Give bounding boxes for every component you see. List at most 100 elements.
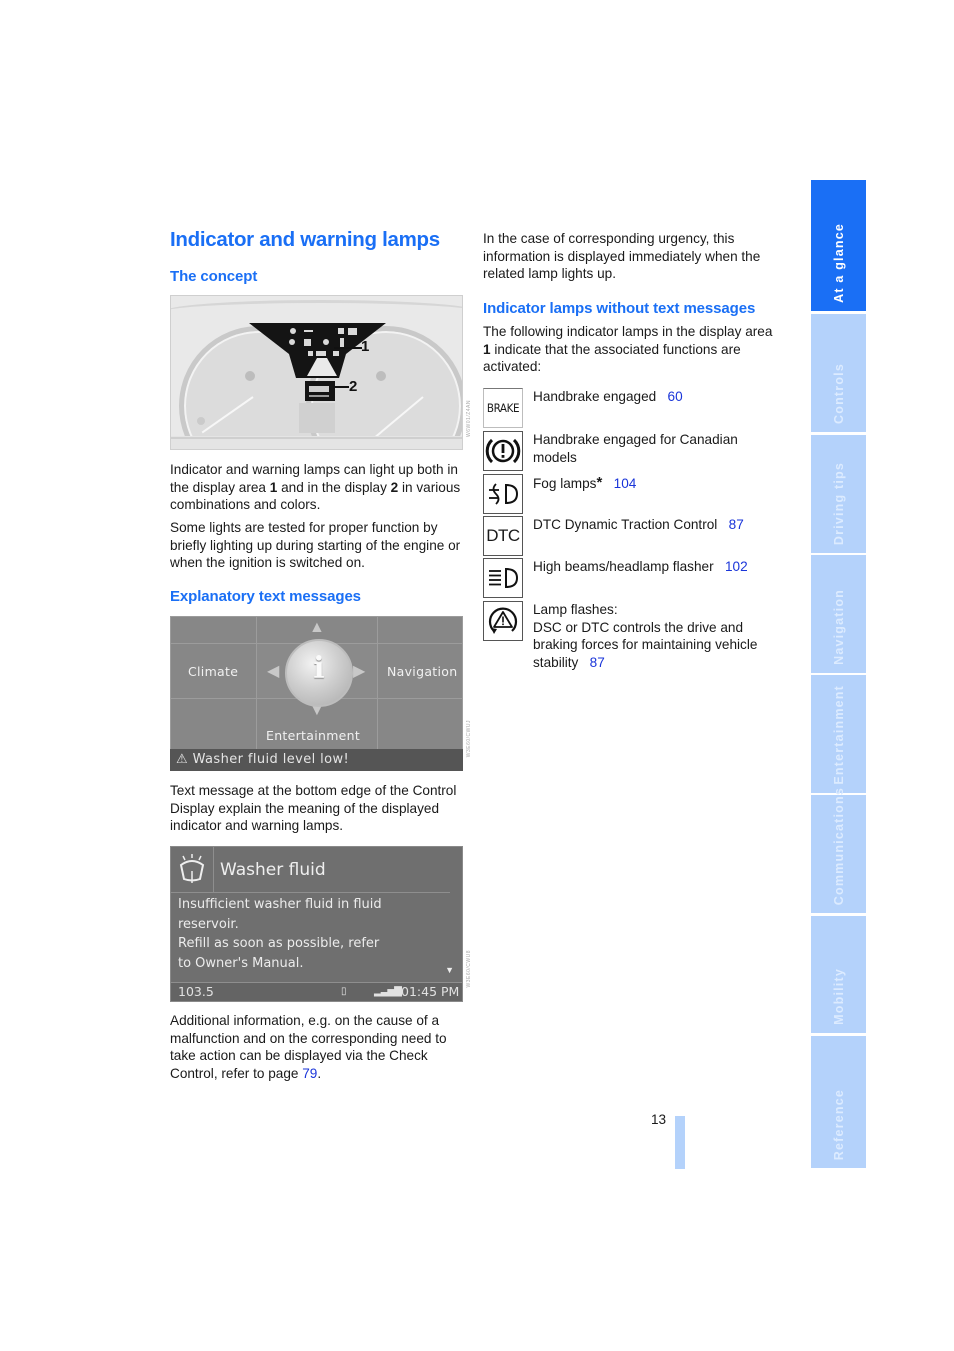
indicator-label-intro: Lamp flashes: [533,602,618,617]
paragraph-urgency: In the case of corresponding urgency, th… [483,231,761,282]
text: . [317,1065,322,1081]
indicator-row-high-beams: High beams/headlamp flasher 102 [483,558,783,598]
text: The following indicator lamps in the dis… [483,324,773,339]
callout-1: 1 [361,338,370,355]
handbrake-canada-icon [483,431,523,471]
warning-triangle-icon: ⚠ [176,752,189,767]
indicator-row-handbrake: BRAKE Handbrake engaged 60 [483,388,783,428]
clock-time: 01:45 PM [401,984,460,999]
image-code: W3E60/CWU8 [466,950,472,988]
page-link[interactable]: 60 [668,389,683,404]
dtc-text-icon: DTC [483,516,523,556]
info-icon: i [285,639,353,707]
indicator-label: DTC Dynamic Traction Control [533,517,718,532]
side-tab-reference[interactable]: Reference [811,1036,866,1168]
side-tab-controls[interactable]: Controls [811,314,866,432]
indicator-label: High beams/headlamp flasher [533,559,714,574]
high-beam-icon [483,558,523,598]
paragraph-text-message: Text message at the bottom edge of the C… [170,783,457,834]
side-tab-communications[interactable]: Communications [811,787,866,913]
bold-ref: 1 [483,341,491,357]
paragraph-display-areas: Indicator and warning lamps can light up… [170,461,465,572]
divider [171,892,450,893]
optional-equipment-asterisk: * [596,474,603,491]
arrow-right-icon: ▶ [353,663,366,680]
paragraph-lamp-test: Some lights are tested for proper functi… [170,520,461,571]
callout-line-1 [334,347,362,349]
washer-fluid-screen-image: Washer fluid Insufficient washer fluid i… [170,846,463,1002]
warning-message-text: Washer fluid level low! [192,752,350,767]
washer-icon-cell [171,847,214,892]
washer-title: Washer fluid [220,860,326,880]
radio-frequency: 103.5 [178,984,214,999]
side-tab-navigation[interactable]: Navigation [811,555,866,673]
display-area-1 [171,323,462,449]
arrow-left-icon: ◀ [267,663,280,680]
icon-text: BRAKE [486,401,520,415]
scroll-down-icon: ▼ [445,965,454,975]
image-code: W3E60/CWUJ [466,720,472,758]
page-link-79[interactable]: 79 [302,1066,317,1081]
instrument-cluster-image: 1 2 [170,295,463,450]
callout-2: 2 [349,378,358,395]
menu-cell [170,616,257,644]
paragraph-indicator-intro: The following indicator lamps in the dis… [483,323,783,376]
explanatory-heading: Explanatory text messages [170,588,361,605]
message-line: to Owner's Manual. [178,955,304,971]
warning-message-bar: ⚠ Washer fluid level low! [170,749,463,771]
indicator-row-dsc: Lamp flashes: DSC or DTC controls the dr… [483,601,783,681]
text: and in the display [277,479,391,495]
windshield-washer-icon [179,854,205,883]
page-link[interactable]: 104 [614,476,637,491]
indicator-label: Fog lamps [533,476,597,491]
side-tab-driving-tips[interactable]: Driving tips [811,435,866,553]
page-marker-bar [675,1116,685,1169]
menu-item-climate: Climate [188,664,239,679]
icon-text: DTC [486,526,520,545]
tab-label: At a glance [831,223,846,303]
tab-label: Navigation [831,589,846,665]
arrow-up-icon: ▲ [309,619,325,636]
phone-icon: ▯ [341,986,347,997]
message-line: Refill as soon as possible, refer [178,936,380,951]
indicator-label: Handbrake engaged [533,389,657,404]
concept-heading: The concept [170,268,258,285]
fog-lamp-icon [483,474,523,514]
paragraph-check-control: Additional information, e.g. on the caus… [170,1012,465,1082]
page-link[interactable]: 87 [729,517,744,532]
side-tab-entertainment[interactable]: Entertainment [811,675,866,793]
menu-cell [377,616,463,644]
tab-label: Mobility [831,968,846,1025]
indicator-label: DSC or DTC controls the drive and brakin… [533,619,758,670]
tab-label: Reference [831,1088,846,1160]
message-line: Insufficient washer fluid in fluid [178,897,382,912]
message-line: reservoir. [178,916,239,932]
tab-label: Driving tips [831,461,846,545]
washer-message: Insufficient washer fluid in fluid reser… [178,895,382,973]
dsc-stability-icon [483,601,523,641]
indicator-lamps-heading: Indicator lamps without text messages [483,300,756,317]
indicator-label: Handbrake engaged for Canadian models [533,432,738,465]
indicator-row-fog-lamps: Fog lamps* 104 [483,474,783,514]
page-link[interactable]: 102 [725,559,748,574]
signal-strength-icon: ▂▃▅▇ [374,986,402,997]
menu-item-navigation: Navigation [387,664,458,679]
menu-cell [170,698,257,750]
side-tab-at-a-glance[interactable]: At a glance [811,180,866,311]
menu-cell [377,698,463,750]
indicator-row-dtc: DTC DTC Dynamic Traction Control 87 [483,516,783,556]
text: indicate that the associated functions a… [483,341,741,375]
brake-text-icon: BRAKE [483,388,523,428]
callout-line-2 [333,386,349,388]
page-title: Indicator and warning lamps [170,228,440,251]
tab-label: Entertainment [831,685,846,785]
menu-item-entertainment: Entertainment [266,728,361,743]
page-link[interactable]: 87 [590,655,605,670]
page-number: 13 [651,1112,667,1127]
side-tab-mobility[interactable]: Mobility [811,916,866,1033]
tab-label: Controls [831,363,846,424]
control-display-menu-image: ▲ ◀ ▶ ▼ i Climate Navigation Entertainme… [170,616,463,771]
image-code: W6W01/Z4AN [466,400,472,437]
indicator-row-handbrake-canada: Handbrake engaged for Canadian models [483,431,783,471]
status-bar: 103.5 ▯ ▂▃▅▇ 01:45 PM [171,982,462,1001]
